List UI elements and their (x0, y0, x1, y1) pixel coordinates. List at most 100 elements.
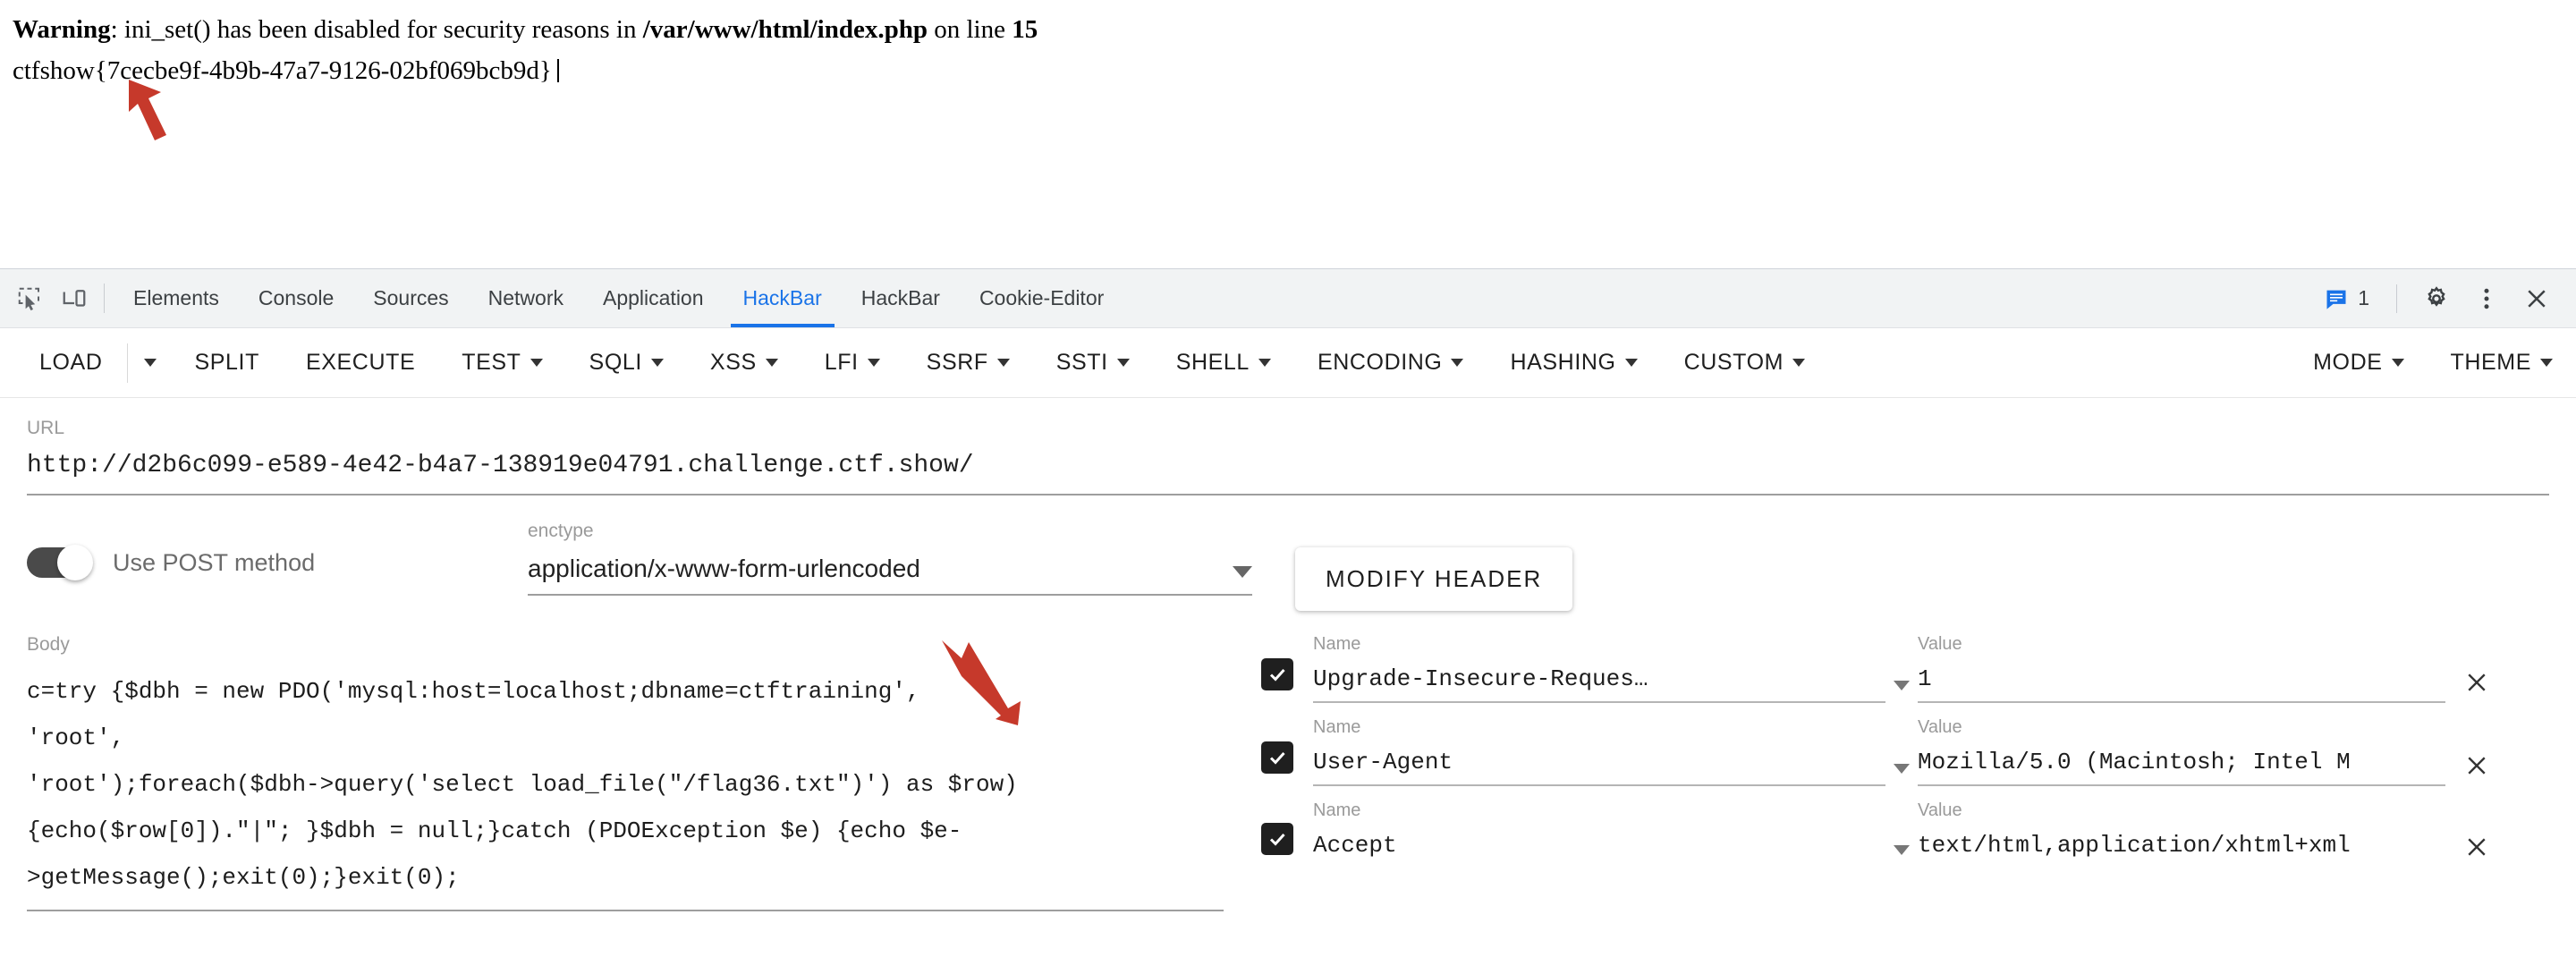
more-vertical-icon[interactable] (2463, 275, 2510, 322)
warning-line-number: 15 (1012, 15, 1038, 44)
chevron-down-icon (1451, 359, 1464, 367)
devtools-tabbar: Elements Console Sources Network Applica… (0, 269, 2576, 328)
chevron-down-icon (867, 359, 880, 367)
header-value-input[interactable]: Mozilla/5.0 (Macintosh; Intel M (1918, 749, 2445, 786)
hackbar-hashing-button[interactable]: HASHING (1487, 350, 1660, 376)
hackbar-sqli-button[interactable]: SQLI (566, 350, 687, 376)
header-value-label: Value (1918, 800, 1962, 820)
inspect-element-icon[interactable] (7, 269, 52, 327)
header-name-input[interactable]: Upgrade-Insecure-Reques… (1313, 665, 1885, 703)
hackbar-custom-button[interactable]: CUSTOM (1661, 350, 1828, 376)
tab-application[interactable]: Application (583, 269, 724, 327)
url-section: URL (0, 398, 2576, 494)
header-name-input[interactable]: Accept (1313, 832, 1885, 868)
button-label: ENCODING (1317, 350, 1443, 375)
tab-label: Cookie-Editor (979, 286, 1105, 309)
header-enabled-checkbox[interactable] (1261, 823, 1293, 855)
header-name-label: Name (1313, 800, 1361, 820)
button-label: MODE (2313, 350, 2383, 375)
load-dropdown-chevron-down-icon[interactable] (130, 359, 171, 367)
gear-icon[interactable] (2413, 275, 2460, 322)
hackbar-execute-button[interactable]: EXECUTE (283, 350, 438, 376)
chevron-down-icon (2391, 359, 2404, 367)
tab-hackbar-secondary[interactable]: HackBar (842, 269, 960, 327)
devtools-panel: Elements Console Sources Network Applica… (0, 268, 2576, 957)
modify-header-button[interactable]: MODIFY HEADER (1295, 547, 1573, 611)
toggle-switch-knob (57, 545, 93, 580)
hackbar-load-button[interactable]: LOAD (16, 350, 125, 376)
tab-label: Console (258, 286, 335, 309)
tab-hackbar-active[interactable]: HackBar (724, 269, 842, 327)
button-label: SSRF (926, 350, 988, 375)
hackbar-mode-button[interactable]: MODE (2290, 350, 2427, 376)
header-row: Name Upgrade-Insecure-Reques… Value 1 (1261, 634, 2528, 703)
button-label: SPLIT (194, 350, 259, 375)
chevron-down-icon (1258, 359, 1271, 367)
warning-on-line: on line (927, 15, 1013, 44)
header-name-label: Name (1313, 717, 1361, 737)
button-label: SQLI (589, 350, 642, 375)
flag-output-line: ctfshow{7cecbe9f-4b9b-47a7-9126-02bf069b… (13, 50, 2563, 91)
chevron-down-icon (1233, 566, 1252, 578)
browser-page-content: Warning: ini_set() has been disabled for… (0, 0, 2576, 268)
button-label: CUSTOM (1683, 350, 1784, 375)
header-value-input[interactable]: text/html,application/xhtml+xml (1918, 832, 2445, 868)
enctype-selected-value: application/x-www-form-urlencoded (528, 555, 920, 582)
header-name-value: Upgrade-Insecure-Reques… (1313, 665, 1648, 692)
header-value-input[interactable]: 1 (1918, 665, 2445, 703)
button-label: SSTI (1055, 350, 1108, 375)
header-value-field: Value text/html,application/xhtml+xml (1918, 800, 2445, 868)
message-count: 1 (2358, 286, 2369, 309)
hackbar-test-button[interactable]: TEST (438, 350, 565, 376)
toggle-switch-track[interactable] (27, 545, 93, 580)
message-count-badge[interactable]: 1 (2313, 286, 2380, 311)
close-icon[interactable] (2513, 275, 2560, 322)
url-input[interactable] (27, 452, 2549, 494)
toolbar-divider-right (2396, 284, 2397, 313)
header-name-input[interactable]: User-Agent (1313, 749, 1885, 786)
remove-header-button[interactable] (2445, 752, 2508, 786)
enctype-label: enctype (528, 521, 594, 541)
tab-cookie-editor[interactable]: Cookie-Editor (960, 269, 1123, 327)
header-enabled-checkbox[interactable] (1261, 658, 1293, 690)
hackbar-ssrf-button[interactable]: SSRF (903, 350, 1033, 376)
header-name-label: Name (1313, 634, 1361, 654)
chevron-down-icon (996, 359, 1010, 367)
php-warning-line: Warning: ini_set() has been disabled for… (13, 9, 2563, 50)
header-name-value: Accept (1313, 832, 1397, 859)
header-name-field: Name Accept (1313, 800, 1885, 868)
hackbar-encoding-button[interactable]: ENCODING (1294, 350, 1487, 376)
tab-sources[interactable]: Sources (353, 269, 468, 327)
header-name-dropdown-chevron-down-icon[interactable] (1885, 845, 1918, 868)
hackbar-ssti-button[interactable]: SSTI (1033, 350, 1153, 376)
header-name-dropdown-chevron-down-icon[interactable] (1885, 681, 1918, 703)
header-name-field: Name User-Agent (1313, 717, 1885, 786)
body-textarea[interactable]: c=try {$dbh = new PDO('mysql:host=localh… (27, 668, 1243, 901)
remove-header-button[interactable] (2445, 669, 2508, 703)
url-label: URL (27, 418, 65, 438)
hackbar-xss-button[interactable]: XSS (687, 350, 801, 376)
chevron-down-icon (765, 359, 778, 367)
header-value-label: Value (1918, 717, 1962, 737)
tab-network[interactable]: Network (469, 269, 583, 327)
request-body-section: Body c=try {$dbh = new PDO('mysql:host=l… (0, 634, 1261, 911)
tab-console[interactable]: Console (239, 269, 353, 327)
header-enabled-checkbox[interactable] (1261, 741, 1293, 774)
tab-label: Application (603, 286, 704, 309)
use-post-method-toggle[interactable]: Use POST method (27, 545, 528, 580)
hackbar-shell-button[interactable]: SHELL (1153, 350, 1294, 376)
body-label: Body (27, 634, 70, 655)
enctype-select[interactable]: application/x-www-form-urlencoded (528, 555, 1252, 596)
hackbar-split-button[interactable]: SPLIT (171, 350, 282, 376)
hackbar-theme-button[interactable]: THEME (2428, 350, 2576, 376)
close-icon (2468, 673, 2486, 691)
device-toolbar-icon[interactable] (52, 269, 97, 327)
header-row: Name Accept Value text/html,application/… (1261, 800, 2528, 868)
button-label: LFI (824, 350, 859, 375)
header-value-text: Mozilla/5.0 (Macintosh; Intel M (1918, 749, 2351, 775)
hackbar-lfi-button[interactable]: LFI (801, 350, 903, 376)
devtools-tab-list: Elements Console Sources Network Applica… (114, 269, 1123, 327)
remove-header-button[interactable] (2445, 834, 2508, 868)
header-name-dropdown-chevron-down-icon[interactable] (1885, 764, 1918, 786)
tab-elements[interactable]: Elements (114, 269, 239, 327)
